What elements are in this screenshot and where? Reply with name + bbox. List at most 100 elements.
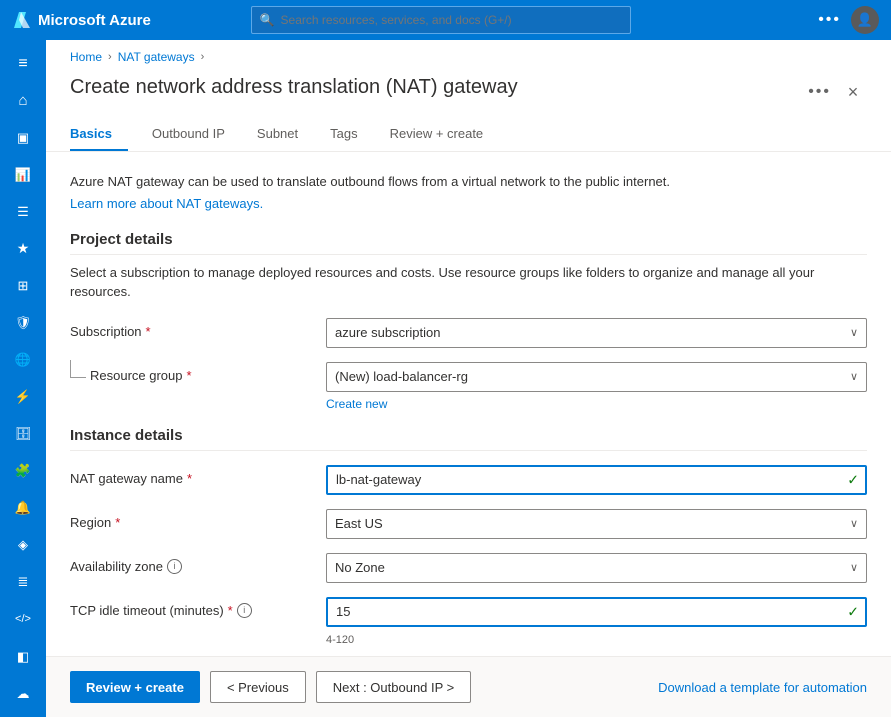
subscription-row: Subscription * azure subscription ∨ [70,318,867,348]
sidebar-item-bolt[interactable]: ⚡ [5,380,41,415]
nat-gateway-name-label-text: NAT gateway name [70,471,183,486]
breadcrumb-home[interactable]: Home [70,50,102,64]
tab-basics[interactable]: Basics [70,118,128,151]
region-required: * [115,515,120,530]
sidebar-item-bell[interactable]: 🔔 [5,491,41,526]
nat-gateway-name-control: ✓ [326,465,867,495]
section-desc-project: Select a subscription to manage deployed… [70,263,867,302]
sidebar-item-list[interactable]: ≣ [5,565,41,600]
tcp-timeout-info-icon[interactable]: i [237,603,252,618]
topbar-dots-icon[interactable]: ••• [818,11,841,29]
nat-gateway-name-check-icon: ✓ [847,471,859,488]
subscription-dropdown[interactable]: azure subscription ∨ [326,318,867,348]
sidebar-item-favorites[interactable]: ★ [5,231,41,266]
tabs: Basics Outbound IP Subnet Tags Review + … [46,118,891,152]
sidebar-item-dashboard[interactable]: ▣ [5,120,41,155]
tab-subnet[interactable]: Subnet [241,118,314,151]
info-banner: Azure NAT gateway can be used to transla… [70,172,867,192]
subscription-label-text: Subscription [70,324,142,339]
tcp-timeout-input[interactable] [326,597,867,627]
info-link[interactable]: Learn more about NAT gateways. [70,196,263,211]
region-row: Region * East US ∨ [70,509,867,539]
form-content: Azure NAT gateway can be used to transla… [46,152,891,656]
tab-tags[interactable]: Tags [314,118,373,151]
region-label: Region * [70,509,310,530]
breadcrumb-sep-1: › [108,51,112,63]
topbar: Microsoft Azure 🔍 ••• 👤 [0,0,891,40]
review-create-button[interactable]: Review + create [70,671,200,703]
resource-group-row: Resource group * (New) load-balancer-rg … [70,362,867,392]
subscription-value: azure subscription [335,325,441,340]
region-value: East US [335,516,383,531]
tcp-timeout-label: TCP idle timeout (minutes) * i [70,597,310,618]
availability-zone-row: Availability zone i No Zone ∨ [70,553,867,583]
sidebar-item-code[interactable]: </> [5,602,41,637]
breadcrumb-sep-2: › [201,51,205,63]
tab-review-create[interactable]: Review + create [374,118,500,151]
subscription-dropdown-arrow-icon: ∨ [850,326,858,339]
avatar[interactable]: 👤 [851,6,879,34]
search-input[interactable] [281,13,622,27]
availability-zone-dropdown-arrow-icon: ∨ [850,561,858,574]
section-instance-details: Instance details [70,427,867,451]
availability-zone-label: Availability zone i [70,553,310,574]
sidebar-item-layers[interactable]: ◧ [5,639,41,674]
breadcrumb-nat-gateways[interactable]: NAT gateways [118,50,195,64]
sidebar-item-database[interactable]: 🗄 [5,417,41,452]
brand-label: Microsoft Azure [38,12,151,29]
close-icon[interactable]: × [839,78,867,106]
nat-gateway-name-label: NAT gateway name * [70,465,310,486]
section-title-instance: Instance details [70,427,867,451]
section-title-project: Project details [70,231,867,255]
availability-zone-value: No Zone [335,560,385,575]
tcp-timeout-required: * [228,603,233,618]
region-dropdown[interactable]: East US ∨ [326,509,867,539]
section-project-details: Project details Select a subscription to… [70,231,867,302]
topbar-right: ••• 👤 [818,6,879,34]
availability-zone-info-icon[interactable]: i [167,559,182,574]
azure-logo-icon [12,10,32,30]
sidebar-expand-icon[interactable]: ≡ [5,46,41,81]
tab-outbound-ip[interactable]: Outbound IP [136,118,241,151]
sidebar-item-home[interactable]: ⌂ [5,83,41,118]
tcp-timeout-check-icon: ✓ [847,603,859,620]
search-icon: 🔍 [260,13,275,27]
footer: Review + create < Previous Next : Outbou… [46,656,891,717]
sidebar-item-cloud[interactable]: ☁ [5,676,41,711]
rg-indent-line [70,360,86,378]
sidebar-item-shield[interactable]: 🛡 [5,305,41,340]
region-label-text: Region [70,515,111,530]
subscription-control: azure subscription ∨ [326,318,867,348]
brand: Microsoft Azure [12,10,151,30]
search-bar[interactable]: 🔍 [251,6,631,34]
nat-gateway-name-required: * [187,471,192,486]
resource-group-dropdown-arrow-icon: ∨ [850,370,858,383]
availability-zone-label-text: Availability zone [70,559,163,574]
resource-group-control: (New) load-balancer-rg ∨ [326,362,867,392]
panel-header-actions: ••• × [808,74,867,106]
sidebar-item-puzzle[interactable]: 🧩 [5,454,41,489]
subscription-required: * [146,324,151,339]
availability-zone-dropdown[interactable]: No Zone ∨ [326,553,867,583]
panel-header: Create network address translation (NAT)… [46,70,891,118]
download-template-link[interactable]: Download a template for automation [658,680,867,695]
nat-gateway-name-input[interactable] [326,465,867,495]
resource-group-label-text: Resource group [90,368,183,383]
sidebar-item-diamond[interactable]: ◈ [5,528,41,563]
sidebar-item-globe[interactable]: 🌐 [5,343,41,378]
tcp-timeout-row: TCP idle timeout (minutes) * i ✓ [70,597,867,627]
next-button[interactable]: Next : Outbound IP > [316,671,472,703]
sidebar-item-menu[interactable]: ☰ [5,194,41,229]
create-new-row: Create new [326,396,867,411]
create-new-link[interactable]: Create new [326,397,387,411]
sidebar-item-monitor[interactable]: 📊 [5,157,41,192]
sidebar-item-grid[interactable]: ⊞ [5,268,41,303]
nat-gateway-name-row: NAT gateway name * ✓ [70,465,867,495]
panel-dots-icon[interactable]: ••• [808,83,831,101]
previous-button[interactable]: < Previous [210,671,306,703]
sidebar: ≡ ⌂ ▣ 📊 ☰ ★ ⊞ 🛡 🌐 ⚡ 🗄 🧩 🔔 ◈ ≣ </> ◧ ☁ [0,40,46,717]
content-area: Home › NAT gateways › Create network add… [46,40,891,717]
resource-group-required: * [187,368,192,383]
resource-group-dropdown[interactable]: (New) load-balancer-rg ∨ [326,362,867,392]
availability-zone-control: No Zone ∨ [326,553,867,583]
